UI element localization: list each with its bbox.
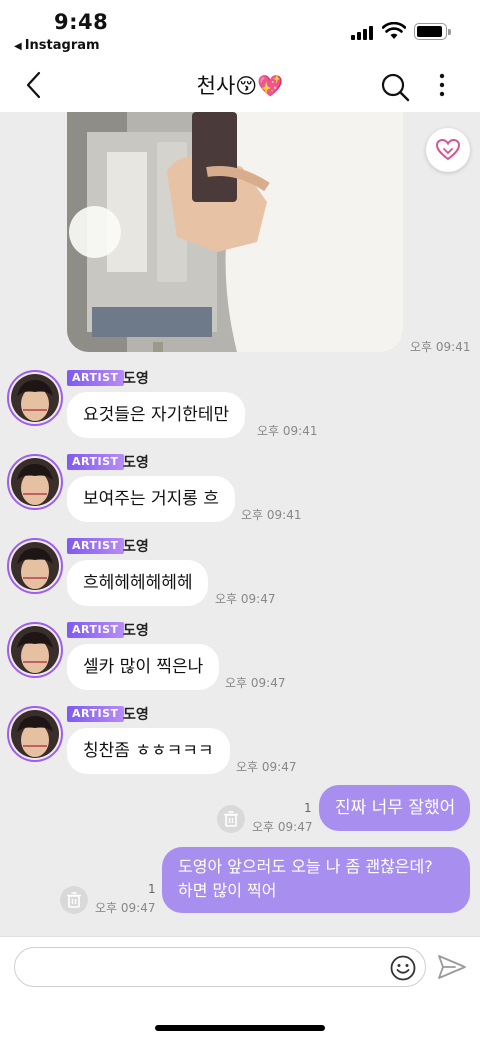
message-time: 오후 09:47 (215, 592, 276, 606)
incoming-message: ARTIST 도영 보여주는 거지롱 흐 오후 09:41 (0, 448, 480, 532)
status-bar: 9:48 ◀ Instagram (0, 0, 480, 56)
trash-icon (67, 892, 81, 908)
signal-icon (351, 26, 375, 40)
message-time: 오후 09:47 (225, 676, 286, 690)
heart-icon (435, 138, 461, 161)
incoming-message: ARTIST 도영 셀카 많이 찍은나 오후 09:47 (0, 616, 480, 700)
message-bubble[interactable]: 칭찬좀 ㅎㅎㅋㅋㅋ (67, 728, 230, 774)
heart-button[interactable] (426, 128, 470, 172)
artist-badge: ARTIST (67, 454, 124, 470)
message-text-line: 하면 많이 찍어 (178, 881, 277, 900)
message-time: 오후 09:41 (257, 424, 318, 438)
artist-badge: ARTIST (67, 706, 124, 722)
message-bubble[interactable]: 요것들은 자기한테만 (67, 392, 246, 438)
avatar[interactable] (7, 706, 63, 762)
back-app-label: Instagram (24, 38, 100, 53)
photo-message-time: 오후 09:41 (410, 340, 471, 354)
status-time: 9:48 (54, 10, 109, 34)
incoming-message: ARTIST 도영 요것들은 자기한테만 오후 09:41 (0, 364, 480, 448)
input-area (0, 936, 480, 1039)
avatar-image (11, 542, 59, 590)
back-to-app-link[interactable]: ◀ Instagram (14, 38, 100, 53)
message-time: 오후 09:41 (241, 508, 302, 522)
home-indicator (155, 1025, 325, 1031)
sender-name: 도영 (123, 623, 149, 639)
emoji-icon[interactable] (390, 955, 416, 981)
chat-area[interactable]: 오후 09:41 ARTIST 도영 요것들은 자기한테만 오후 09:41 A… (0, 112, 480, 936)
avatar[interactable] (7, 370, 63, 426)
avatar-image (11, 626, 59, 674)
message-bubble[interactable]: 셀카 많이 찍은나 (67, 644, 220, 690)
incoming-message: ARTIST 도영 칭찬좀 ㅎㅎㅋㅋㅋ 오후 09:47 (0, 700, 480, 784)
photo-message[interactable] (67, 112, 403, 352)
send-icon[interactable] (437, 953, 467, 981)
back-triangle-icon: ◀ (14, 41, 22, 52)
outgoing-message-bubble[interactable]: 진짜 너무 잘했어 (319, 785, 470, 831)
delete-message-button[interactable] (217, 805, 245, 833)
search-icon[interactable] (380, 72, 410, 102)
artist-badge: ARTIST (67, 622, 124, 638)
incoming-message: ARTIST 도영 흐헤헤헤헤헤헤 오후 09:47 (0, 532, 480, 616)
avatar[interactable] (7, 538, 63, 594)
message-time: 오후 09:47 (95, 901, 156, 915)
message-bubble[interactable]: 흐헤헤헤헤헤헤 (67, 560, 209, 606)
artist-badge: ARTIST (67, 370, 124, 386)
sender-name: 도영 (123, 371, 149, 387)
wifi-icon (382, 22, 406, 39)
avatar[interactable] (7, 622, 63, 678)
more-vertical-icon[interactable] (432, 70, 452, 100)
avatar-image (11, 710, 59, 758)
sender-name: 도영 (123, 455, 149, 471)
message-time: 오후 09:47 (252, 820, 313, 834)
read-count: 1 (304, 801, 312, 815)
read-count: 1 (148, 882, 156, 896)
outgoing-message-bubble[interactable]: 도영아 앞으러도 오늘 나 좀 괜찮은데? 하면 많이 찍어 (162, 847, 470, 913)
avatar-image (11, 374, 59, 422)
avatar-image (11, 458, 59, 506)
message-bubble[interactable]: 보여주는 거지롱 흐 (67, 476, 235, 522)
trash-icon (224, 811, 238, 827)
delete-message-button[interactable] (60, 886, 88, 914)
message-text-line: 도영아 앞으러도 오늘 나 좀 괜찮은데? (178, 857, 433, 876)
chat-header: 천사😚💖 (0, 56, 480, 112)
artist-badge: ARTIST (67, 538, 124, 554)
message-input[interactable] (14, 947, 426, 987)
sender-name: 도영 (123, 707, 149, 723)
battery-icon (414, 23, 451, 40)
message-time: 오후 09:47 (236, 760, 297, 774)
avatar[interactable] (7, 454, 63, 510)
mirror-selfie-image (67, 112, 403, 352)
sender-name: 도영 (123, 539, 149, 555)
message-text: 진짜 너무 잘했어 (335, 798, 456, 818)
